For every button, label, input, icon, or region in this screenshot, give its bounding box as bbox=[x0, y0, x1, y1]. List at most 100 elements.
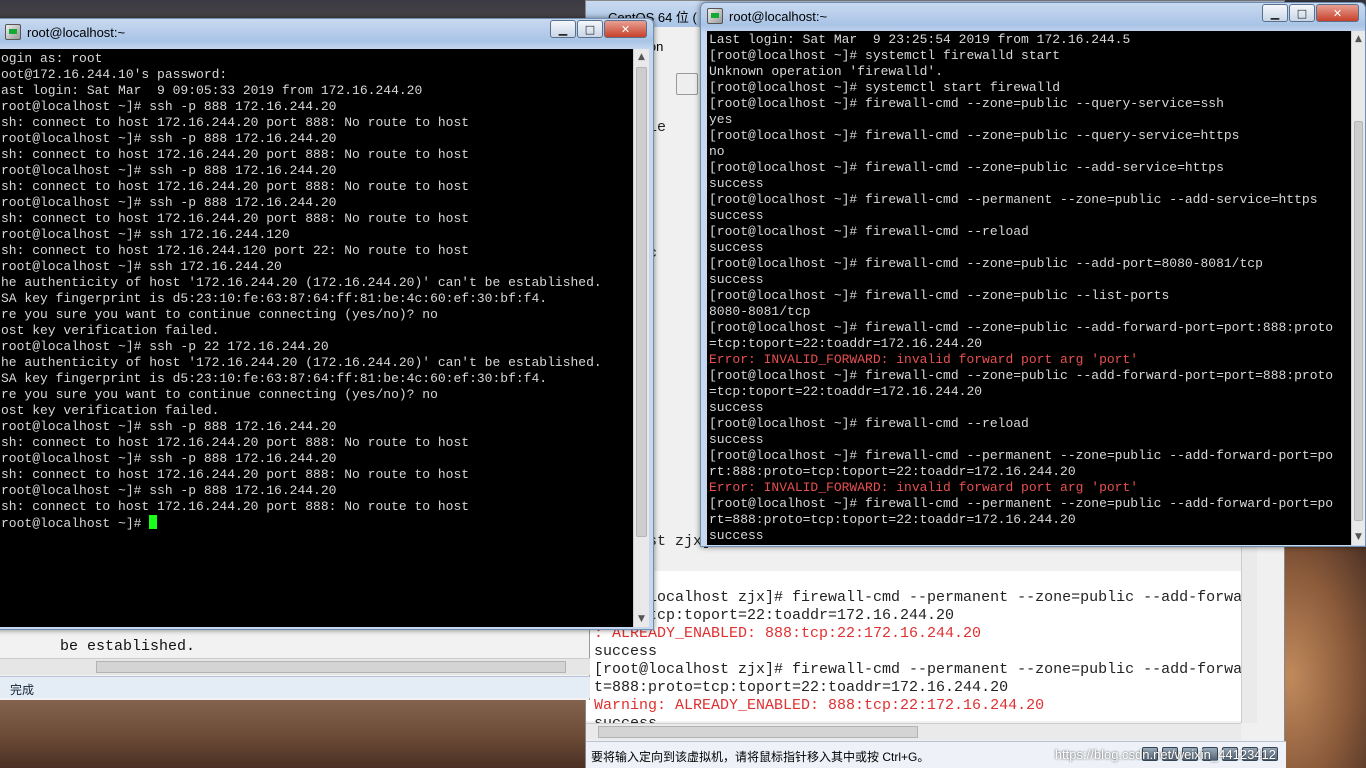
terminal-line: yes bbox=[709, 112, 733, 127]
terminal-line: success bbox=[709, 176, 764, 191]
scroll-thumb[interactable] bbox=[636, 67, 647, 537]
terminal-line: [root@localhost ~]# firewall-cmd --zone=… bbox=[709, 320, 1334, 335]
maximize-button[interactable]: □ bbox=[577, 20, 603, 38]
scroll-thumb[interactable] bbox=[598, 726, 918, 738]
scroll-up-icon[interactable]: ▲ bbox=[634, 49, 649, 65]
console-line: success bbox=[594, 643, 658, 660]
vmware-toolbar-button[interactable] bbox=[676, 73, 698, 95]
background-window-fragment: be established. 完成 bbox=[0, 630, 590, 700]
vmware-console-output: [root@localhost zjx]# firewall-cmd --per… bbox=[586, 571, 1243, 732]
terminal-line: [root@localhost ~]# firewall-cmd --zone=… bbox=[709, 368, 1334, 383]
terminal-line: root@localhost ~]# ssh -p 888 172.16.244… bbox=[1, 451, 337, 466]
terminal-line: root@localhost ~]# ssh 172.16.244.120 bbox=[1, 227, 290, 242]
terminal-line: [root@localhost ~]# firewall-cmd --zone=… bbox=[709, 96, 1224, 111]
putty-window-left[interactable]: root@localhost:~ ▁ □ ✕ ogin as: root oot@… bbox=[0, 18, 654, 630]
scroll-thumb[interactable] bbox=[1354, 121, 1363, 521]
terminal-line: re you sure you want to continue connect… bbox=[1, 307, 438, 322]
vertical-scrollbar[interactable]: ▲ ▼ bbox=[633, 49, 649, 627]
terminal-line: sh: connect to host 172.16.244.20 port 8… bbox=[1, 435, 470, 450]
terminal-line: 8080-8081/tcp bbox=[709, 304, 811, 319]
minimize-button[interactable]: ▁ bbox=[550, 20, 576, 38]
terminal-line: success bbox=[709, 208, 764, 223]
terminal-line: root@localhost ~]# ssh -p 888 172.16.244… bbox=[1, 131, 337, 146]
terminal-line: [root@localhost ~]# firewall-cmd --reloa… bbox=[709, 224, 1029, 239]
putty-window-right[interactable]: root@localhost:~ ▁ □ ✕ Last login: Sat M… bbox=[700, 2, 1366, 547]
close-button[interactable]: ✕ bbox=[604, 20, 647, 38]
terminal-line: SA key fingerprint is d5:23:10:fe:63:87:… bbox=[1, 291, 548, 306]
console-line: proto=tcp:toport=22:toaddr=172.16.244.20 bbox=[594, 607, 955, 624]
terminal-line: [root@localhost ~]# firewall-cmd --zone=… bbox=[709, 288, 1170, 303]
console-line: t=888:proto=tcp:toport=22:toaddr=172.16.… bbox=[594, 679, 1009, 696]
terminal-line: root@localhost ~]# bbox=[1, 515, 633, 531]
putty-icon bbox=[707, 8, 723, 24]
terminal-line: sh: connect to host 172.16.244.20 port 8… bbox=[1, 467, 470, 482]
terminal-line: root@localhost ~]# ssh -p 22 172.16.244.… bbox=[1, 339, 329, 354]
console-line: : ALREADY_ENABLED: 888:tcp:22:172.16.244… bbox=[594, 625, 982, 642]
terminal-line: [root@localhost ~]# firewall-cmd --zone=… bbox=[709, 128, 1240, 143]
close-button[interactable]: ✕ bbox=[1316, 4, 1359, 22]
terminal-line: root@localhost ~]# ssh -p 888 172.16.244… bbox=[1, 483, 337, 498]
console-line: [root@localhost zjx]# firewall-cmd --per… bbox=[594, 661, 1243, 678]
terminal-line: Error: INVALID_FORWARD: invalid forward … bbox=[709, 480, 1139, 495]
terminal-line: [root@localhost ~]# firewall-cmd --perma… bbox=[709, 192, 1318, 207]
status-text: 完成 bbox=[10, 683, 35, 697]
terminal-line: oot@172.16.244.10's password: bbox=[1, 67, 228, 82]
terminal-line: ost key verification failed. bbox=[1, 403, 220, 418]
desktop-wallpaper-ground bbox=[0, 690, 590, 768]
terminal-line: success bbox=[709, 528, 764, 543]
terminal-line: sh: connect to host 172.16.244.20 port 8… bbox=[1, 147, 470, 162]
terminal-line: =tcp:toport=22:toaddr=172.16.244.20 bbox=[709, 384, 983, 399]
scroll-up-icon[interactable]: ▲ bbox=[1352, 31, 1365, 47]
scroll-thumb[interactable] bbox=[96, 661, 566, 673]
terminal-line: [root@localhost ~]# firewall-cmd --reloa… bbox=[709, 416, 1029, 431]
terminal-line: success bbox=[709, 240, 764, 255]
terminal-line: root@localhost ~]# ssh -p 888 172.16.244… bbox=[1, 195, 337, 210]
background-text: be established. bbox=[60, 638, 196, 655]
status-bar: 完成 bbox=[0, 676, 590, 698]
terminal-line: [root@localhost ~]# systemctl firewalld … bbox=[709, 48, 1061, 63]
terminal-line: [root@localhost ~]# systemctl start fire… bbox=[709, 80, 1061, 95]
vertical-scrollbar[interactable]: ▲ ▼ bbox=[1351, 31, 1365, 545]
scroll-down-icon[interactable]: ▼ bbox=[634, 611, 649, 627]
vmware-horizontal-scrollbar[interactable] bbox=[586, 723, 1241, 740]
terminal-line: sh: connect to host 172.16.244.20 port 8… bbox=[1, 499, 470, 514]
terminal-line: ogin as: root bbox=[1, 51, 103, 66]
terminal-line: re you sure you want to continue connect… bbox=[1, 387, 438, 402]
terminal-line: root@localhost ~]# ssh 172.16.244.20 bbox=[1, 259, 282, 274]
terminal-line: =tcp:toport=22:toaddr=172.16.244.20 bbox=[709, 336, 983, 351]
terminal-line: Unknown operation 'firewalld'. bbox=[709, 64, 944, 79]
maximize-button[interactable]: □ bbox=[1289, 4, 1315, 22]
terminal-line: root@localhost ~]# ssh -p 888 172.16.244… bbox=[1, 163, 337, 178]
terminal-line: success bbox=[709, 272, 764, 287]
terminal-line: [root@localhost ~]# firewall-cmd --zone=… bbox=[709, 256, 1263, 271]
terminal-line: rt=888:proto=tcp:toport=22:toaddr=172.16… bbox=[709, 512, 1076, 527]
terminal-line: ast login: Sat Mar 9 09:05:33 2019 from … bbox=[1, 83, 423, 98]
terminal-left[interactable]: ogin as: root oot@172.16.244.10's passwor… bbox=[0, 49, 633, 627]
scroll-down-icon[interactable]: ▼ bbox=[1352, 529, 1365, 545]
window-title: root@localhost:~ bbox=[27, 24, 126, 40]
terminal-line: he authenticity of host '172.16.244.20 (… bbox=[1, 275, 602, 290]
minimize-button[interactable]: ▁ bbox=[1262, 4, 1288, 22]
putty-icon bbox=[5, 24, 21, 40]
terminal-line: SA key fingerprint is d5:23:10:fe:63:87:… bbox=[1, 371, 548, 386]
terminal-line: success bbox=[709, 432, 764, 447]
terminal-line: sh: connect to host 172.16.244.20 port 8… bbox=[1, 115, 470, 130]
terminal-line: Error: INVALID_FORWARD: invalid forward … bbox=[709, 352, 1139, 367]
vmware-status-text: 要将输入定向到该虚拟机，请将鼠标指针移入其中或按 Ctrl+G。 bbox=[591, 750, 930, 764]
terminal-line: [root@localhost ~]# firewall-cmd --zone=… bbox=[709, 160, 1224, 175]
caption-buttons: ▁ □ ✕ bbox=[1261, 4, 1359, 22]
terminal-line: [root@localhost ~]# firewall-cmd --perma… bbox=[709, 448, 1334, 463]
watermark: https://blog.csdn.net/weixin_44123412 bbox=[1054, 747, 1276, 762]
horizontal-scrollbar[interactable] bbox=[0, 658, 590, 675]
terminal-line: Last login: Sat Mar 9 23:25:54 2019 from… bbox=[709, 32, 1131, 47]
console-line: Warning: ALREADY_ENABLED: 888:tcp:22:172… bbox=[594, 697, 1045, 714]
terminal-line: ost key verification failed. bbox=[1, 323, 220, 338]
terminal-right[interactable]: Last login: Sat Mar 9 23:25:54 2019 from… bbox=[707, 31, 1351, 545]
terminal-line: root@localhost ~]# ssh -p 888 172.16.244… bbox=[1, 419, 337, 434]
terminal-line: root@localhost ~]# ssh -p 888 172.16.244… bbox=[1, 99, 337, 114]
caption-buttons: ▁ □ ✕ bbox=[549, 20, 647, 38]
terminal-line: no bbox=[709, 144, 725, 159]
terminal-line: he authenticity of host '172.16.244.20 (… bbox=[1, 355, 602, 370]
terminal-line: rt:888:proto=tcp:toport=22:toaddr=172.16… bbox=[709, 464, 1076, 479]
